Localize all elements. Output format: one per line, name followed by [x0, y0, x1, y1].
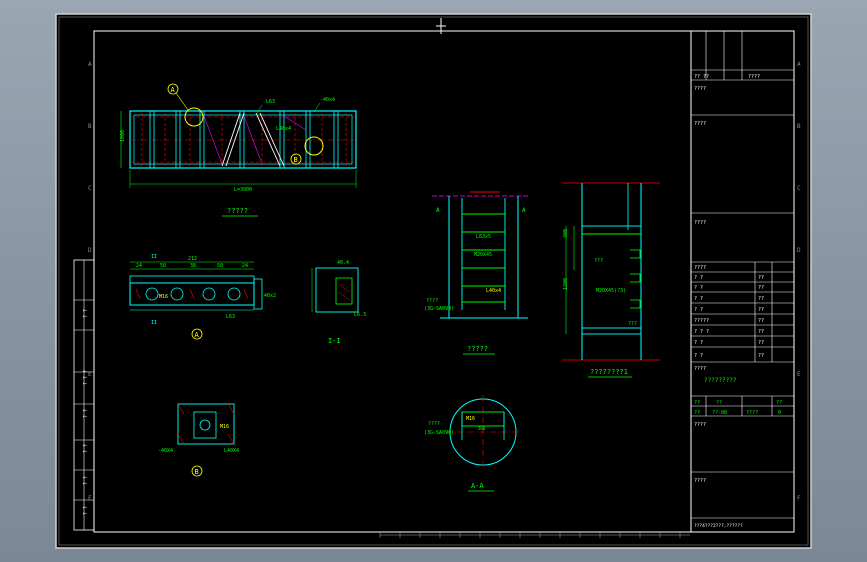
section-mark: II — [151, 320, 157, 326]
tb-row-label: ? ? — [694, 285, 703, 291]
tb-row-value: ?? — [758, 296, 764, 302]
section-mark: II — [151, 254, 157, 260]
detail-b-right-label: L40X4 — [224, 448, 239, 454]
zone-letter: D — [797, 247, 801, 254]
tb-code: 0 — [778, 410, 781, 416]
elevation-note-angle: L40x4 — [276, 126, 291, 132]
zone-letter: F — [88, 495, 92, 502]
zone-letter: A — [797, 61, 801, 68]
side-title: ????????1 — [590, 368, 628, 376]
ladder-note: L40x4 — [486, 288, 501, 294]
zone-letter: E — [797, 371, 801, 378]
overall-dim-text: L=3000 — [234, 187, 252, 193]
section-mark-a: A — [522, 207, 526, 214]
detail-a-right-label: 40x2 — [264, 293, 276, 299]
tb-drawing-name: ????????? — [704, 377, 737, 384]
strip-cell: ? ? ? — [83, 370, 89, 385]
zone-letter: C — [797, 185, 801, 192]
zone-letter: A — [88, 61, 92, 68]
detail-a-angle-label: L63 — [226, 314, 235, 320]
tb-designer: ???? — [748, 74, 760, 80]
a-a-note: ???? — [428, 421, 440, 427]
side-dim-label: 1200 — [563, 278, 569, 290]
tb-row-label: ? ? ? — [694, 329, 709, 335]
section-angle-label: L6.3 — [354, 312, 366, 318]
ladder-note: M20X45 — [474, 252, 492, 258]
side-dim-label: 300 — [563, 229, 569, 238]
tb-code: ?? — [716, 400, 722, 406]
elevation-title: ????? — [227, 207, 248, 215]
tb-project: ???? — [694, 86, 706, 92]
a-a-dim: 300 — [478, 426, 486, 431]
tb-designer: ?? ?? — [694, 74, 709, 80]
detail-a-bolt-label: M16 — [159, 294, 168, 300]
elevation-note-plate: -40x4 — [320, 97, 335, 103]
strip-cell: ? ? — [83, 476, 89, 485]
tb-code: ??-08 — [712, 410, 727, 416]
strip-cell: ? ? — [83, 506, 89, 515]
zone-letter: D — [88, 247, 92, 254]
tb-row-value: ?? — [758, 275, 764, 281]
detail-a-total: 212 — [188, 256, 197, 262]
detail-b-bolt-label: M16 — [220, 424, 229, 430]
zone-letter: F — [797, 495, 801, 502]
tb-code: ???? — [746, 410, 758, 416]
detail-b-left-label: -40X4 — [158, 448, 173, 454]
tb-code: ?? — [694, 410, 700, 416]
tb-row-value: ?? — [758, 353, 764, 359]
zone-letter: C — [88, 185, 92, 192]
a-a-note: (3G-SA090) — [424, 430, 454, 436]
ladder-title: ????? — [467, 345, 488, 353]
tb-footer: ???4???2???,?????? — [694, 523, 743, 529]
strip-cell: ? ? — [83, 444, 89, 453]
tb-row-label: ? ? — [694, 340, 703, 346]
side-label: ??? — [628, 321, 637, 327]
detail-a-dim: 24 — [242, 263, 248, 269]
tb-row-value: ?? — [758, 340, 764, 346]
zone-letter: B — [797, 123, 801, 130]
tb-row-label: ? ? — [694, 307, 703, 313]
cad-viewport[interactable]: A B C D E F A B C D E F A B L63 -40x4 L4… — [0, 0, 867, 562]
tb-remark: ???? — [694, 422, 706, 428]
tb-row-value: ?? — [758, 318, 764, 324]
tb-drawing-title: ???? — [694, 366, 706, 372]
elevation-note-l63: L63 — [266, 99, 275, 105]
detail-a-dim: 50 — [217, 263, 223, 269]
section-dim-label: 40.4 — [337, 260, 349, 266]
tb-bottom-label: ???? — [694, 478, 706, 484]
tb-row-label: ? ? — [694, 296, 703, 302]
tb-row-value: ?? — [758, 307, 764, 313]
strip-cell: ? ? — [83, 409, 89, 418]
detail-a-dim: 38 — [190, 263, 196, 269]
tb-code: ?? — [694, 400, 700, 406]
ladder-note: (3G-SA090) — [424, 306, 454, 312]
detail-a-dim: 50 — [160, 263, 166, 269]
detail-a-dim: 24 — [136, 263, 142, 269]
height-dim-text: 1000 — [120, 130, 126, 142]
callout-b-label: B — [294, 156, 298, 164]
tb-row-value: ?? — [758, 329, 764, 335]
drawing-sheet — [55, 13, 812, 549]
zone-letter: B — [88, 123, 92, 130]
side-label: M20X45(?3) — [596, 288, 626, 294]
section-mark-a: A — [436, 207, 440, 214]
tb-row-label: ? ? — [694, 353, 703, 359]
detail-b-title: B — [195, 468, 199, 476]
a-a-title: A-A — [471, 482, 484, 490]
side-label: ??? — [594, 258, 603, 264]
strip-cell: ? ? — [83, 309, 89, 318]
tb-row-value: ?? — [758, 285, 764, 291]
ladder-note: ???? — [426, 298, 438, 304]
tb-code: ?? — [776, 400, 782, 406]
tb-row-label: ? ? — [694, 275, 703, 281]
tb-row-label: ????? — [694, 318, 709, 324]
a-a-bolt: M16 — [466, 416, 475, 422]
ladder-note: L63x5 — [476, 234, 491, 240]
tb-content: ???? — [694, 220, 706, 226]
section-title: I-I — [328, 337, 341, 345]
tb-sub: ???? — [694, 121, 706, 127]
tb-table-header: ???? — [694, 265, 706, 271]
